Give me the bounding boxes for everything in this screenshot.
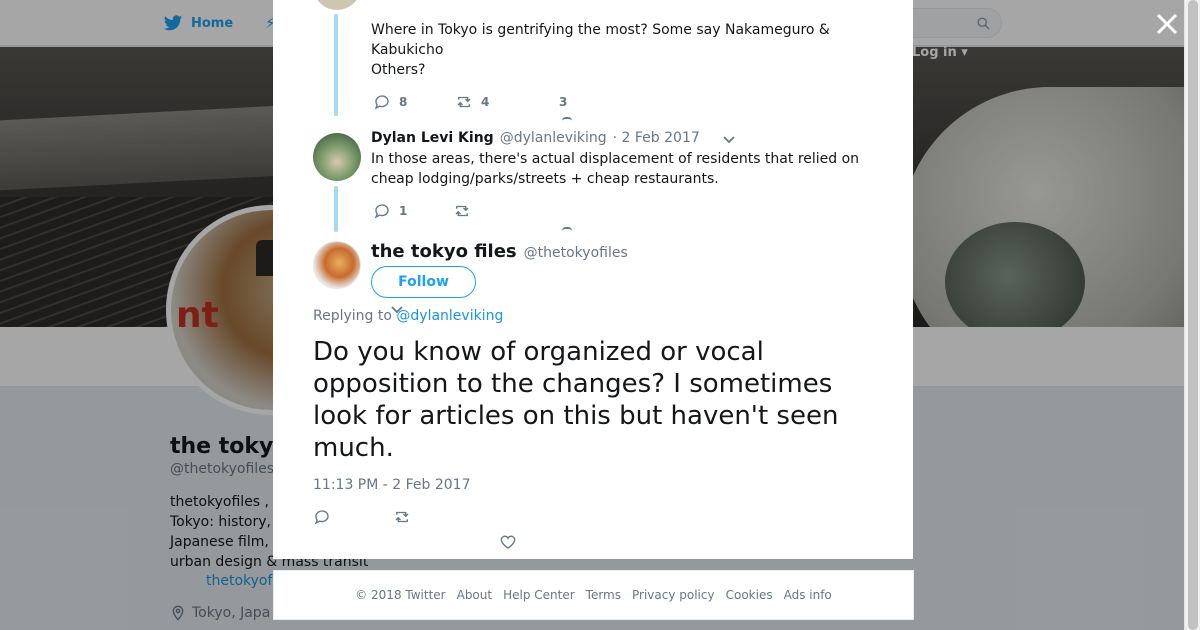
- avatar[interactable]: [313, 0, 361, 10]
- reply-icon: [374, 204, 389, 219]
- tweet-actions: 8 4 3: [373, 93, 567, 111]
- replying-prefix: Replying to: [313, 308, 392, 324]
- reply-icon: [374, 95, 389, 110]
- footer-link-privacy[interactable]: Privacy policy: [632, 588, 715, 602]
- reply-count: 8: [399, 95, 408, 109]
- like-button[interactable]: [499, 533, 517, 551]
- heart-icon: [500, 535, 516, 549]
- replying-to: Replying to @dylanleviking: [313, 308, 503, 324]
- tweet-actions: 1: [373, 202, 471, 220]
- footer-link-about[interactable]: About: [457, 588, 492, 602]
- reply-icon: [314, 510, 329, 525]
- tweet-line: Kabukicho: [371, 42, 444, 58]
- reply-count: 1: [399, 204, 408, 218]
- retweet-button[interactable]: 4: [455, 93, 559, 111]
- retweet-button[interactable]: [453, 202, 471, 220]
- footer-copyright: © 2018 Twitter: [355, 588, 446, 602]
- like-icon: [562, 227, 572, 231]
- author-name[interactable]: the tokyo files: [371, 241, 517, 262]
- main-tweet-text: Do you know of organized or vocal opposi…: [313, 337, 839, 463]
- tweet-line: Others?: [371, 62, 426, 78]
- reply-button[interactable]: 1: [373, 202, 453, 220]
- close-icon: [1156, 13, 1178, 35]
- retweet-icon: [457, 96, 471, 108]
- scrollbar-thumb[interactable]: [1188, 0, 1198, 630]
- retweet-button[interactable]: [393, 508, 411, 526]
- thread-line: [334, 14, 338, 116]
- avatar[interactable]: [313, 133, 361, 181]
- author-handle[interactable]: @dylanleviking: [500, 130, 607, 146]
- reply-button[interactable]: 8: [373, 93, 455, 111]
- tweet-line: In those areas, there's actual displacem…: [371, 151, 860, 167]
- like-icon: [562, 117, 572, 121]
- tweet-modal: Where in Tokyo is gentrifying the most? …: [273, 0, 913, 559]
- like-button[interactable]: 3: [559, 95, 567, 109]
- footer-links: © 2018 Twitter About Help Center Terms P…: [273, 570, 914, 620]
- footer-link-terms[interactable]: Terms: [586, 588, 621, 602]
- author-name[interactable]: Dylan Levi King: [371, 130, 494, 146]
- tweet-header: the tokyo files @thetokyofiles: [371, 241, 628, 262]
- footer-link-ads-info[interactable]: Ads info: [784, 588, 832, 602]
- follow-button[interactable]: Follow: [371, 266, 476, 298]
- tweet-header: Dylan Levi King @dylanleviking · 2 Feb 2…: [371, 130, 700, 146]
- retweet-icon: [395, 511, 409, 523]
- tweet-text: In those areas, there's actual displacem…: [371, 149, 891, 189]
- tweet-date[interactable]: · 2 Feb 2017: [613, 130, 700, 146]
- reply-button[interactable]: [313, 508, 393, 526]
- main-tweet-actions: [313, 508, 411, 526]
- thread-line: [334, 186, 338, 232]
- footer-link-cookies[interactable]: Cookies: [726, 588, 773, 602]
- retweet-icon: [455, 205, 469, 217]
- tweet-timestamp[interactable]: 11:13 PM - 2 Feb 2017: [313, 477, 471, 493]
- page-scrollbar[interactable]: [1184, 0, 1200, 630]
- chevron-down-icon[interactable]: [722, 135, 736, 145]
- author-handle[interactable]: @thetokyofiles: [524, 245, 628, 261]
- close-button[interactable]: [1154, 11, 1180, 37]
- tweet-line: cheap lodging/parks/streets + cheap rest…: [371, 171, 719, 187]
- tweet-line: Where in Tokyo is gentrifying the most? …: [371, 22, 830, 38]
- like-count: 3: [559, 95, 568, 109]
- footer-link-help-center[interactable]: Help Center: [503, 588, 575, 602]
- avatar[interactable]: [313, 241, 361, 289]
- tweet-text: Where in Tokyo is gentrifying the most? …: [371, 20, 871, 80]
- reply-mention-link[interactable]: @dylanleviking: [396, 308, 503, 324]
- retweet-count: 4: [481, 95, 490, 109]
